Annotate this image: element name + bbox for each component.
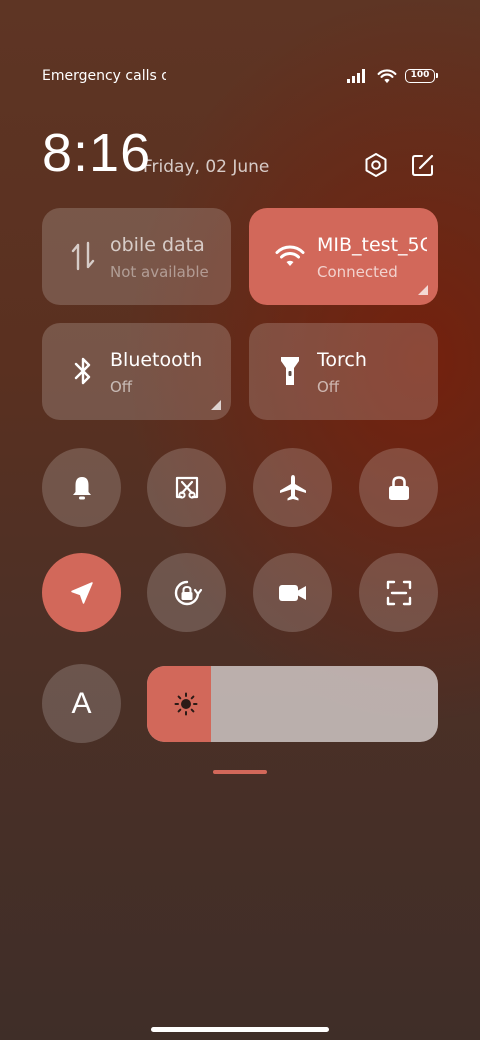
scan-icon — [386, 580, 411, 605]
torch-title: Torch — [317, 349, 367, 371]
reading-mode-toggle[interactable]: A — [42, 664, 121, 743]
torch-icon — [275, 355, 305, 387]
mobile-data-status: Not available — [110, 263, 209, 281]
status-bar: Emergency calls o 100 — [42, 66, 438, 86]
clock[interactable]: 8:16 — [42, 122, 151, 184]
lock-icon — [388, 475, 409, 500]
scanner-toggle[interactable] — [359, 553, 438, 632]
status-icons: 100 — [347, 67, 438, 85]
date[interactable]: Friday, 02 June — [143, 157, 269, 177]
video-icon — [278, 584, 306, 601]
panel-drag-handle[interactable] — [213, 770, 267, 774]
rotation-lock-toggle[interactable] — [147, 553, 226, 632]
torch-tile[interactable]: Torch Off — [249, 323, 438, 420]
carrier-text: Emergency calls o — [42, 68, 166, 84]
wifi-tile[interactable]: MIB_test_5G Connected — [249, 208, 438, 305]
battery-icon: 100 — [405, 69, 438, 83]
font-label: A — [71, 686, 92, 720]
bell-icon — [72, 476, 91, 499]
brightness-slider[interactable] — [147, 666, 438, 742]
torch-status: Off — [317, 378, 340, 396]
expand-corner-icon[interactable] — [211, 400, 221, 410]
bluetooth-tile[interactable]: Bluetooth Off — [42, 323, 231, 420]
wifi-tile-icon — [275, 240, 305, 272]
airplane-icon — [279, 474, 306, 500]
screen-recorder-toggle[interactable] — [253, 553, 332, 632]
expand-corner-icon[interactable] — [418, 285, 428, 295]
home-indicator[interactable] — [151, 1027, 329, 1032]
mobile-data-title: obile data — [110, 234, 205, 256]
location-icon — [70, 581, 93, 604]
wifi-icon — [377, 69, 397, 84]
wifi-network-name: MIB_test_5G — [317, 234, 427, 256]
location-toggle[interactable] — [42, 553, 121, 632]
screenshot-toggle[interactable] — [147, 448, 226, 527]
wifi-status: Connected — [317, 263, 398, 281]
rotation-lock-icon — [174, 580, 202, 605]
settings-icon[interactable] — [363, 152, 389, 178]
airplane-mode-toggle[interactable] — [253, 448, 332, 527]
bluetooth-title: Bluetooth — [110, 349, 203, 371]
mobile-data-tile[interactable]: obile data Not available — [42, 208, 231, 305]
sun-icon — [174, 692, 198, 716]
bluetooth-icon — [68, 355, 98, 387]
lock-screen-toggle[interactable] — [359, 448, 438, 527]
mobile-data-icon — [68, 240, 98, 272]
sound-toggle[interactable] — [42, 448, 121, 527]
bluetooth-status: Off — [110, 378, 133, 396]
signal-icon — [347, 69, 365, 83]
edit-icon[interactable] — [410, 152, 436, 178]
screenshot-icon — [175, 476, 198, 499]
